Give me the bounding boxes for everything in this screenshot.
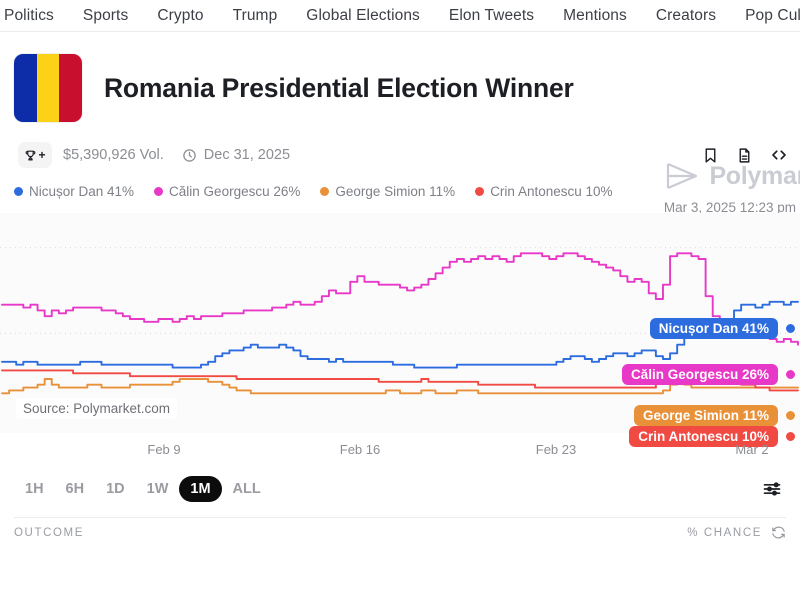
nav-item-elon-tweets[interactable]: Elon Tweets: [449, 7, 534, 25]
clock-icon: [182, 148, 197, 163]
end-dot-george-simion: [785, 410, 796, 421]
end-date-text: Dec 31, 2025: [204, 147, 290, 163]
nav-item-sports[interactable]: Sports: [83, 7, 128, 25]
market-meta: + $5,390,926 Vol. Dec 31, 2025: [0, 122, 800, 168]
category-nav[interactable]: Politics Sports Crypto Trump Global Elec…: [0, 0, 800, 31]
source-attribution: Source: Polymarket.com: [16, 398, 177, 419]
legend-label: Călin Georgescu 26%: [169, 184, 300, 199]
x-axis-tick: Feb 9: [147, 442, 180, 457]
column-header-outcome: OUTCOME: [14, 527, 84, 539]
nav-item-mentions[interactable]: Mentions: [563, 7, 627, 25]
x-axis-tick: Mar 2: [735, 442, 768, 457]
legend-item-george-simion[interactable]: George Simion 11%: [320, 184, 455, 199]
x-axis-tick: Feb 16: [340, 442, 380, 457]
nav-item-global-elections[interactable]: Global Elections: [306, 7, 420, 25]
end-label-george-simion[interactable]: George Simion 11%: [634, 405, 778, 426]
end-dot-calin-georgescu: [785, 369, 796, 380]
nav-item-pop-culture[interactable]: Pop Culture: [745, 7, 800, 25]
price-chart[interactable]: Nicușor Dan 41% Călin Georgescu 26% Geor…: [0, 213, 800, 433]
legend-item-nicusor-dan[interactable]: Nicușor Dan 41%: [14, 184, 134, 199]
page-title: Romania Presidential Election Winner: [104, 73, 574, 104]
bookmark-icon[interactable]: [702, 147, 719, 164]
nav-item-crypto[interactable]: Crypto: [157, 7, 203, 25]
legend-label: Nicușor Dan 41%: [29, 184, 134, 199]
document-icon[interactable]: [736, 147, 753, 164]
legend-color-dot: [475, 187, 484, 196]
nav-item-creators[interactable]: Creators: [656, 7, 716, 25]
legend-label: Crin Antonescu 10%: [490, 184, 612, 199]
nav-item-politics[interactable]: Politics: [4, 7, 54, 25]
outcomes-table-header: OUTCOME % CHANCE: [14, 517, 786, 547]
column-header-chance: % CHANCE: [687, 527, 762, 539]
legend-label: George Simion 11%: [335, 184, 455, 199]
chart-x-axis: Feb 9 Feb 16 Feb 23 Mar 2: [0, 433, 800, 467]
market-actions: [702, 146, 790, 164]
end-date-group: Dec 31, 2025: [182, 147, 290, 163]
volume-text: $5,390,926 Vol.: [63, 147, 164, 163]
legend-color-dot: [154, 187, 163, 196]
range-button-1w[interactable]: 1W: [136, 476, 180, 502]
range-button-6h[interactable]: 6H: [55, 476, 96, 502]
chart-legend: Nicușor Dan 41% Călin Georgescu 26% Geor…: [0, 168, 800, 199]
legend-item-crin-antonescu[interactable]: Crin Antonescu 10%: [475, 184, 612, 199]
time-range-selector: 1H 6H 1D 1W 1M ALL: [0, 467, 800, 507]
legend-color-dot: [14, 187, 23, 196]
range-button-1h[interactable]: 1H: [14, 476, 55, 502]
trophy-plus-icon[interactable]: +: [18, 142, 52, 168]
range-button-1m[interactable]: 1M: [179, 476, 221, 502]
market-header: Romania Presidential Election Winner: [0, 32, 800, 122]
sliders-icon[interactable]: [762, 479, 786, 499]
legend-color-dot: [320, 187, 329, 196]
romania-flag-icon: [14, 54, 82, 122]
embed-code-icon[interactable]: [770, 146, 788, 164]
end-dot-nicusor-dan: [785, 323, 796, 334]
end-label-nicusor-dan[interactable]: Nicușor Dan 41%: [650, 318, 778, 339]
legend-item-calin-georgescu[interactable]: Călin Georgescu 26%: [154, 184, 300, 199]
refresh-icon[interactable]: [771, 525, 786, 540]
range-button-1d[interactable]: 1D: [95, 476, 136, 502]
end-label-calin-georgescu[interactable]: Călin Georgescu 26%: [622, 364, 778, 385]
nav-item-trump[interactable]: Trump: [233, 7, 278, 25]
range-button-all[interactable]: ALL: [222, 476, 272, 502]
x-axis-tick: Feb 23: [536, 442, 576, 457]
